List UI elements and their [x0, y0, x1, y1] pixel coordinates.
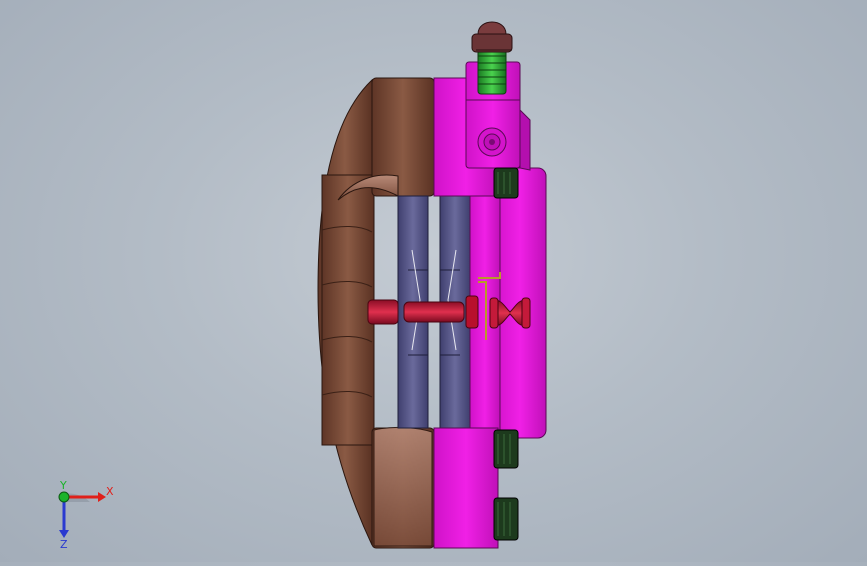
3d-viewport[interactable]	[0, 0, 867, 562]
outer-body-column	[321, 174, 375, 446]
bleed-fitting-body	[477, 47, 507, 95]
z-axis-label: Z	[60, 538, 68, 550]
piston-pin-left-cap	[367, 299, 399, 325]
y-axis-label: Y	[59, 480, 67, 492]
x-axis-label: X	[106, 485, 114, 498]
piston-pin-shaft	[403, 301, 465, 323]
outer-bottom-highlight	[373, 426, 433, 547]
coordinate-triad: X Y Z	[40, 479, 120, 551]
piston-pin-collar	[465, 295, 479, 329]
bolt-hole-core	[489, 139, 495, 145]
inner-bottom-block	[433, 427, 499, 549]
bleed-cap-base	[471, 33, 513, 53]
bleed-boss-side	[519, 108, 531, 171]
y-axis-icon	[58, 491, 70, 503]
caliper-model[interactable]	[0, 0, 867, 562]
bleed-cap-top	[477, 21, 507, 35]
